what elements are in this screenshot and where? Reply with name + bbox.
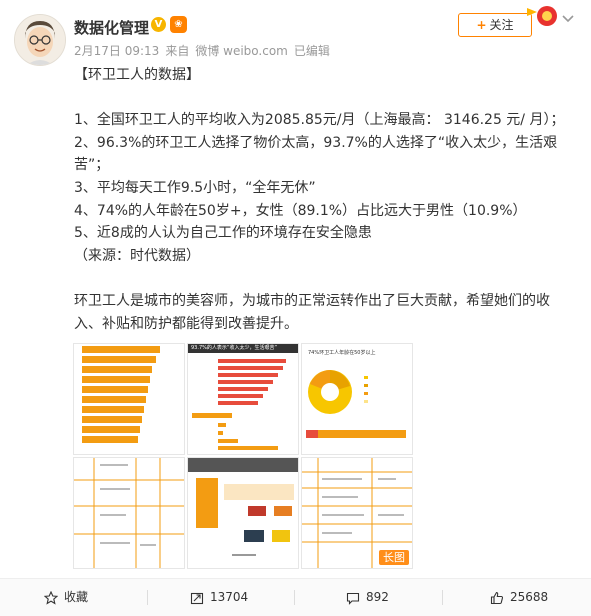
illustration-image bbox=[188, 458, 298, 568]
follow-button[interactable]: + 关注 bbox=[458, 13, 532, 37]
star-icon bbox=[43, 590, 59, 605]
verified-v-icon: V bbox=[151, 17, 166, 32]
table-image bbox=[74, 458, 184, 568]
repost-button[interactable]: 13704 bbox=[190, 579, 248, 616]
thumbnail-title: 74%环卫工人年龄在50岁以上 bbox=[308, 350, 376, 356]
text-line: 5、近8成的人认为自己工作的环境存在安全隐患 bbox=[74, 225, 372, 242]
text-line: （来源：时代数据） bbox=[74, 247, 200, 264]
image-thumbnail[interactable]: 长图 bbox=[301, 457, 413, 569]
author-name[interactable]: 数据化管理 bbox=[74, 17, 149, 38]
collect-button[interactable]: 收藏 bbox=[43, 579, 89, 616]
post-date[interactable]: 2月17日 09:13 bbox=[74, 44, 159, 58]
image-grid: 93.7%的人表示“收入太少，生活艰苦” 74%环卫工人年龄在50岁以上 长图 bbox=[73, 343, 413, 569]
repost-count: 13704 bbox=[210, 590, 249, 604]
image-thumbnail[interactable] bbox=[73, 457, 185, 569]
bar-chart-image bbox=[82, 346, 160, 443]
action-bar: 收藏 13704 892 25688 bbox=[0, 578, 591, 616]
pie-chart-image bbox=[306, 370, 406, 438]
repost-icon bbox=[190, 592, 204, 604]
collect-label: 收藏 bbox=[64, 590, 89, 604]
image-thumbnail[interactable] bbox=[187, 457, 299, 569]
image-thumbnail[interactable]: 74%环卫工人年龄在50岁以上 bbox=[301, 343, 413, 455]
post-source[interactable]: 微博 weibo.com bbox=[195, 44, 288, 58]
member-level-icon: ❀ bbox=[170, 16, 187, 33]
post-text: 【环卫工人的数据】 1、全国环卫工人的平均收入为2085.85元/月（上海最高：… bbox=[74, 64, 574, 335]
like-button[interactable]: 25688 bbox=[490, 579, 548, 616]
long-image-tag: 长图 bbox=[379, 550, 409, 565]
image-thumbnail[interactable]: 93.7%的人表示“收入太少，生活艰苦” bbox=[187, 343, 299, 455]
follow-label: 关注 bbox=[489, 18, 514, 32]
thumbs-up-icon bbox=[490, 591, 504, 604]
comment-icon bbox=[346, 592, 360, 605]
comment-button[interactable]: 892 bbox=[346, 579, 389, 616]
text-line: 【环卫工人的数据】 bbox=[74, 67, 200, 83]
source-prefix: 来自 bbox=[165, 44, 190, 58]
image-thumbnail[interactable] bbox=[73, 343, 185, 455]
comment-count: 892 bbox=[366, 590, 389, 604]
red-bar-chart-image bbox=[192, 359, 286, 450]
festive-decoration-icon bbox=[527, 6, 557, 26]
like-count: 25688 bbox=[510, 590, 549, 604]
avatar-portrait-icon bbox=[15, 15, 65, 65]
post-meta: 2月17日 09:13 来自 微博 weibo.com 已编辑 bbox=[74, 42, 336, 59]
chevron-down-icon[interactable] bbox=[561, 12, 575, 26]
plus-icon: + bbox=[476, 18, 487, 32]
text-line: 2、96.3%的环卫工人选择了物价太高，93.7%的人选择了“收入太少，生活艰苦… bbox=[74, 134, 558, 174]
text-line: 1、全国环卫工人的平均收入为2085.85元/月（上海最高： 3146.25 元… bbox=[74, 112, 565, 129]
edited-label: 已编辑 bbox=[293, 44, 330, 58]
weibo-post-card: 数据化管理 V ❀ 2月17日 09:13 来自 微博 weibo.com 已编辑 +… bbox=[0, 0, 591, 616]
text-line: 4、74%的人年龄在50岁+，女性（89.1%）占比远大于男性（10.9%） bbox=[74, 202, 527, 219]
avatar[interactable] bbox=[14, 14, 66, 66]
text-line: 3、平均每天工作9.5小时，“全年无休” bbox=[74, 179, 316, 196]
text-line: 环卫工人是城市的美容师，为城市的正常运转作出了巨大贡献，希望她们的收入、补贴和防… bbox=[74, 292, 550, 332]
thumbnail-title: 93.7%的人表示“收入太少，生活艰苦” bbox=[188, 344, 298, 353]
